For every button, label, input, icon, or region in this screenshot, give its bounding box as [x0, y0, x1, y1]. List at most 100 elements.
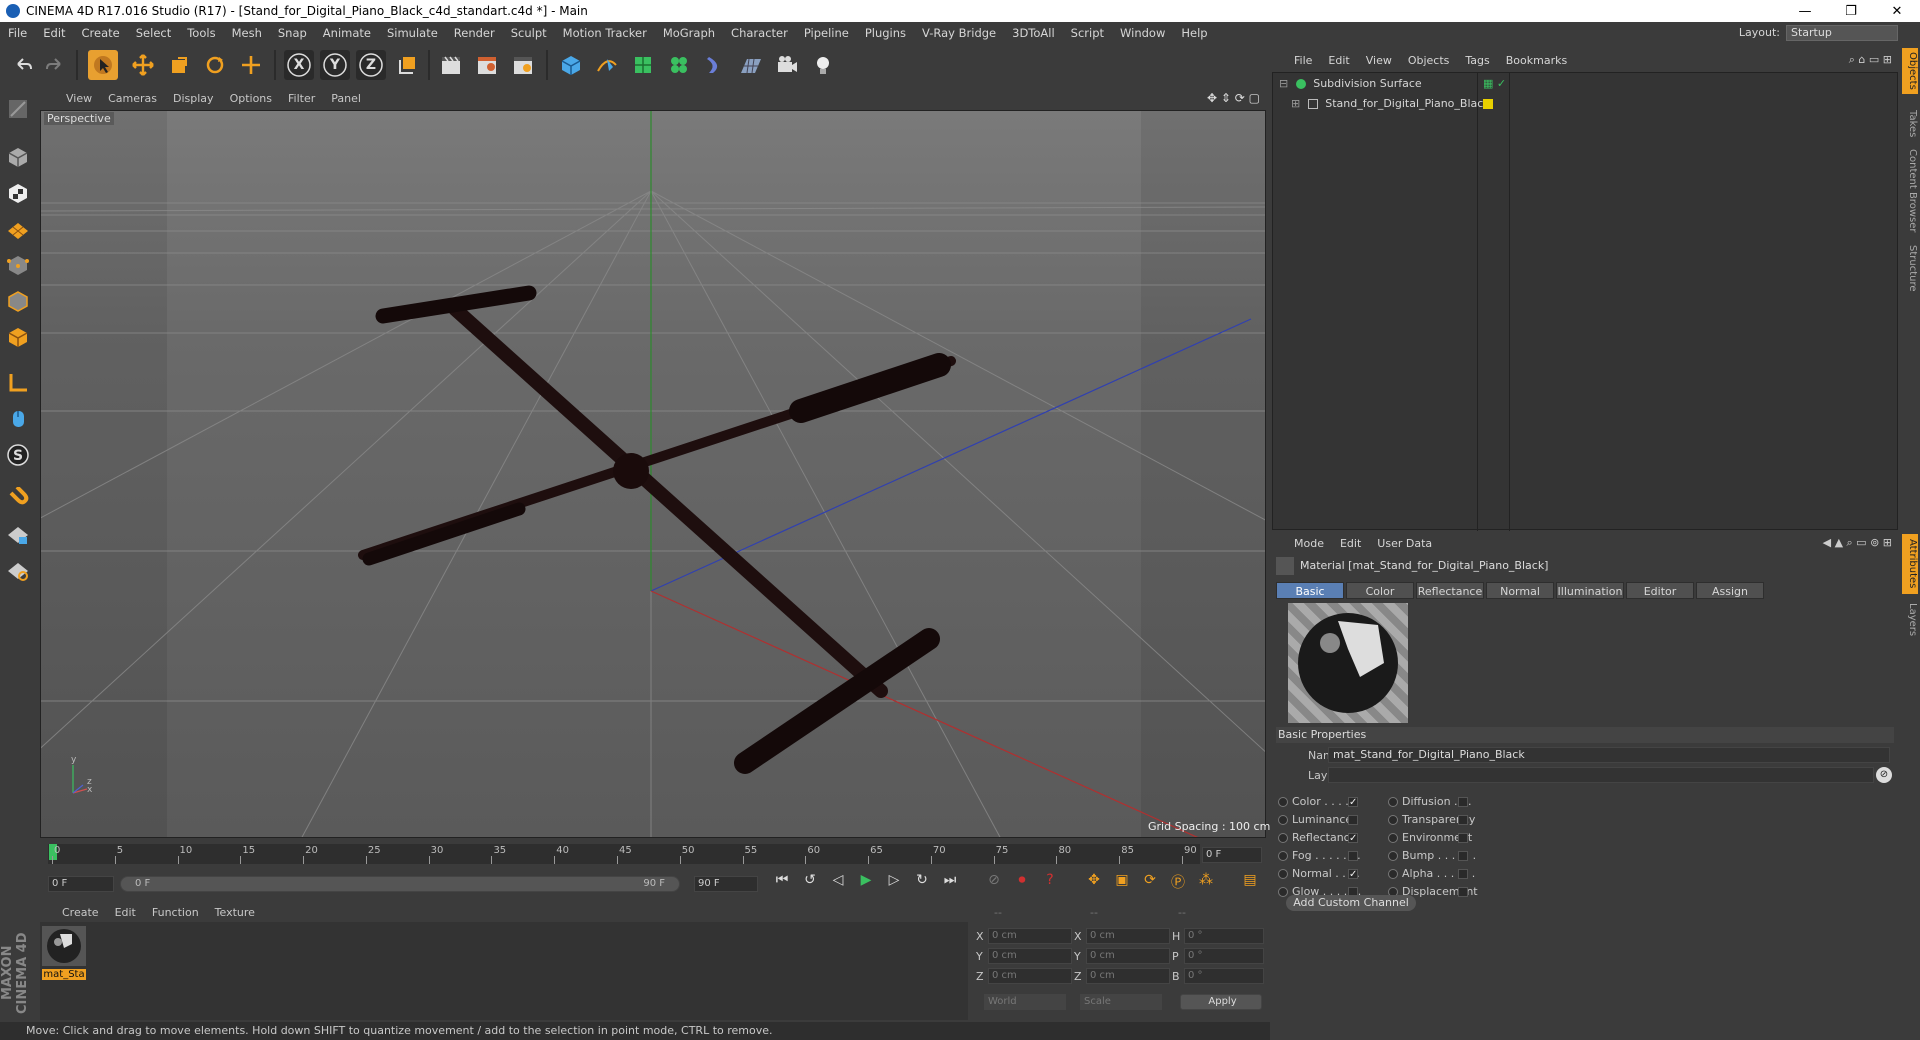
pos-x-field[interactable]: 0 cm [988, 928, 1072, 944]
y-axis-lock-button[interactable]: Y [320, 50, 350, 80]
material-menu-edit[interactable]: Edit [107, 906, 144, 919]
deformer-button[interactable] [700, 50, 730, 80]
channel-checkbox[interactable] [1348, 815, 1358, 825]
key-position-icon[interactable]: ✥ [1082, 872, 1106, 896]
current-frame-field[interactable]: 0 F [1202, 847, 1262, 863]
tab-reflectance[interactable]: Reflectance [1416, 582, 1484, 599]
render-picture-viewer-button[interactable] [472, 50, 502, 80]
layer-color-tag[interactable] [1483, 99, 1493, 109]
expand-icon[interactable]: ⊞ [1291, 97, 1300, 110]
layer-link-icon[interactable]: ⊘ [1876, 767, 1892, 783]
tab-illumination[interactable]: Illumination [1556, 582, 1624, 599]
channel-checkbox[interactable]: ✓ [1348, 833, 1358, 844]
viewport-menu-panel[interactable]: Panel [323, 92, 369, 105]
object-row-stand[interactable]: ⊞ Stand_for_Digital_Piano_Black [1273, 95, 1899, 113]
transform-tool-button[interactable] [236, 50, 266, 80]
add-custom-channel-button[interactable]: Add Custom Channel [1286, 895, 1416, 911]
z-axis-lock-button[interactable]: Z [356, 50, 386, 80]
scale-tool-button[interactable] [164, 50, 194, 80]
material-menu-function[interactable]: Function [144, 906, 207, 919]
channel-radio-icon[interactable] [1388, 815, 1398, 825]
rot-b-field[interactable]: 0 ° [1184, 968, 1264, 984]
keyframe-selection-icon[interactable]: ? [1038, 872, 1062, 896]
next-key-icon[interactable]: ↻ [910, 872, 934, 896]
am-menu-mode[interactable]: Mode [1286, 537, 1332, 550]
channel-checkbox[interactable] [1458, 851, 1468, 861]
snapping-button[interactable]: S [3, 440, 33, 470]
key-parameter-icon[interactable]: Ⓟ [1166, 872, 1190, 896]
side-tab-attributes[interactable]: Attributes [1902, 534, 1918, 594]
channel-row[interactable]: Bump . . . . . . [1388, 847, 1476, 865]
undo-button[interactable] [8, 50, 38, 80]
tweak-mode-button[interactable] [3, 404, 33, 434]
subdivision-surface-button[interactable] [628, 50, 658, 80]
render-view-button[interactable] [436, 50, 466, 80]
channel-radio-icon[interactable] [1388, 851, 1398, 861]
viewport-menu-display[interactable]: Display [165, 92, 222, 105]
viewport-camera-label[interactable]: Perspective [44, 112, 114, 125]
menu-pipeline[interactable]: Pipeline [796, 26, 857, 40]
menu-snap[interactable]: Snap [270, 26, 315, 40]
channel-radio-icon[interactable] [1388, 869, 1398, 879]
channel-row[interactable]: Transparency [1388, 811, 1475, 829]
menu-window[interactable]: Window [1112, 26, 1173, 40]
tab-color[interactable]: Color [1346, 582, 1414, 599]
size-x-field[interactable]: 0 cm [1086, 928, 1170, 944]
rot-p-field[interactable]: 0 ° [1184, 948, 1264, 964]
viewport-menu-cameras[interactable]: Cameras [100, 92, 165, 105]
previous-frame-icon[interactable]: ◁ [826, 872, 850, 896]
magnet-button[interactable] [3, 484, 33, 514]
viewport-nav-icons[interactable]: ✥ ⇕ ⟳ ▢ [1207, 91, 1260, 105]
layer-field[interactable] [1328, 767, 1874, 783]
menu-character[interactable]: Character [723, 26, 796, 40]
channel-row[interactable]: Fog . . . . . . . [1278, 847, 1361, 865]
channel-checkbox[interactable] [1458, 869, 1468, 879]
perspective-viewport[interactable]: y z x [40, 110, 1266, 838]
channel-row[interactable]: Color . . . . . ✓ [1278, 793, 1358, 811]
light-object-button[interactable] [808, 50, 838, 80]
object-name[interactable]: Stand_for_Digital_Piano_Black [1325, 97, 1489, 110]
next-frame-icon[interactable]: ▷ [882, 872, 906, 896]
am-menu-edit[interactable]: Edit [1332, 537, 1369, 550]
camera-object-button[interactable] [772, 50, 802, 80]
size-z-field[interactable]: 0 cm [1086, 968, 1170, 984]
channel-checkbox[interactable]: ✓ [1348, 869, 1358, 880]
apply-button[interactable]: Apply [1180, 994, 1262, 1010]
om-menu-edit[interactable]: Edit [1320, 54, 1357, 67]
workplane-mode-button[interactable] [3, 214, 33, 244]
size-mode-dropdown[interactable]: Scale [1080, 994, 1162, 1010]
spline-pen-button[interactable] [592, 50, 622, 80]
channel-radio-icon[interactable] [1278, 851, 1288, 861]
channel-checkbox[interactable] [1458, 887, 1468, 897]
size-y-field[interactable]: 0 cm [1086, 948, 1170, 964]
close-button[interactable]: ✕ [1874, 0, 1920, 22]
am-menu-user-data[interactable]: User Data [1369, 537, 1440, 550]
material-name-field[interactable]: mat_Stand_for_Digital_Piano_Black [1328, 747, 1890, 763]
menu-mograph[interactable]: MoGraph [655, 26, 723, 40]
key-scale-icon[interactable]: ▣ [1110, 872, 1134, 896]
coordinate-space-dropdown[interactable]: World [984, 994, 1066, 1010]
object-name[interactable]: Subdivision Surface [1313, 77, 1421, 90]
coordinate-system-button[interactable] [392, 50, 422, 80]
menu-help[interactable]: Help [1173, 26, 1215, 40]
layout-dropdown[interactable]: Startup [1786, 25, 1898, 41]
material-swatch[interactable]: mat_Sta [42, 926, 86, 986]
om-menu-file[interactable]: File [1286, 54, 1320, 67]
move-tool-button[interactable] [128, 50, 158, 80]
channel-radio-icon[interactable] [1278, 887, 1288, 897]
channel-row[interactable]: Reflectance ✓ [1278, 829, 1358, 847]
material-menu-create[interactable]: Create [54, 906, 107, 919]
minimize-button[interactable]: — [1782, 0, 1828, 22]
viewport-menu-filter[interactable]: Filter [280, 92, 323, 105]
menu-create[interactable]: Create [74, 26, 128, 40]
channel-row[interactable]: Luminance [1278, 811, 1358, 829]
channel-checkbox[interactable]: ✓ [1348, 797, 1358, 808]
object-row-subdivision-surface[interactable]: ⊟ Subdivision Surface ▦ ✓ [1273, 75, 1899, 93]
restore-button[interactable]: ❐ [1828, 0, 1874, 22]
tab-assign[interactable]: Assign [1696, 582, 1764, 599]
side-tab-content-browser[interactable]: Content Browser [1902, 148, 1918, 234]
cube-object-button[interactable] [556, 50, 586, 80]
menu-tools[interactable]: Tools [179, 26, 223, 40]
channel-row[interactable]: Environment [1388, 829, 1472, 847]
channel-checkbox[interactable] [1458, 833, 1468, 843]
